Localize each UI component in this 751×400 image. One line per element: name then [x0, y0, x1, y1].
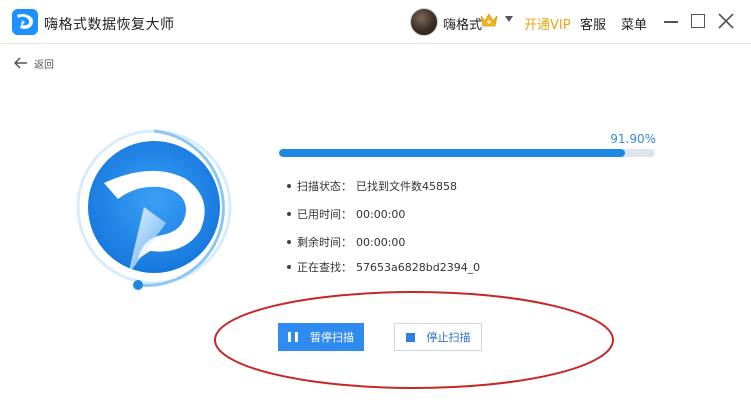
status-value: 57653a6828bd2394_0 — [356, 260, 481, 274]
pause-icon — [288, 332, 298, 342]
avatar[interactable] — [410, 8, 438, 36]
status-label: 正在查找： — [297, 261, 352, 274]
title-bar: 嗨格式数据恢复大师 嗨格式 开通VIP 客服 菜单 — [0, 0, 751, 44]
back-label: 返回 — [34, 59, 54, 71]
status-value: 已找到文件数45858 — [356, 180, 457, 193]
scanning-logo — [76, 129, 232, 290]
stop-scan-button[interactable]: 停止扫描 — [394, 323, 482, 351]
customer-service-link[interactable]: 客服 — [580, 14, 606, 33]
chevron-down-icon[interactable] — [505, 16, 513, 22]
progress-fill — [279, 149, 625, 157]
crown-icon — [480, 13, 498, 27]
status-label: 剩余时间： — [297, 236, 352, 249]
status-elapsed: 已用时间： 00:00:00 — [287, 205, 405, 223]
app-title: 嗨格式数据恢复大师 — [44, 17, 175, 33]
stop-icon — [405, 332, 415, 342]
close-icon[interactable] — [716, 11, 736, 31]
status-scan: 扫描状态： 已找到文件数45858 — [287, 177, 457, 195]
status-label: 扫描状态： — [297, 180, 352, 193]
progress-bar — [279, 149, 655, 157]
status-label: 已用时间： — [297, 208, 352, 221]
status-value: 00:00:00 — [356, 235, 406, 249]
status-value: 00:00:00 — [356, 207, 406, 221]
username[interactable]: 嗨格式 — [443, 14, 482, 33]
minimize-icon[interactable] — [664, 21, 678, 23]
stop-scan-label: 停止扫描 — [426, 331, 471, 344]
status-remaining: 剩余时间： 00:00:00 — [287, 233, 405, 251]
progress-percent: 91.90% — [610, 132, 656, 146]
back-button[interactable]: 返回 — [14, 54, 54, 72]
maximize-icon[interactable] — [691, 14, 705, 28]
logo-icon — [12, 9, 38, 35]
menu-link[interactable]: 菜单 — [621, 14, 647, 33]
open-vip-link[interactable]: 开通VIP — [524, 14, 571, 33]
pause-scan-label: 暂停扫描 — [310, 331, 354, 344]
pause-scan-button[interactable]: 暂停扫描 — [278, 323, 364, 351]
arrow-left-icon — [14, 57, 27, 69]
status-searching: 正在查找： 57653a6828bd2394_0 — [287, 258, 480, 276]
